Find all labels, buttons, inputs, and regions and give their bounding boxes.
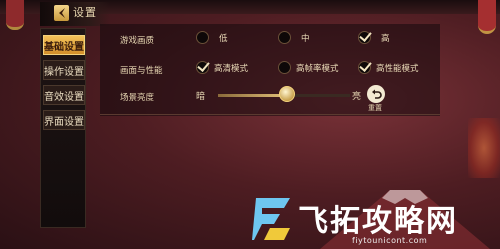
option-label: 高清模式 <box>214 63 249 74</box>
brightness-slider-handle[interactable] <box>278 86 295 102</box>
checkmark-icon <box>196 61 209 74</box>
page-title: 设置 <box>73 6 97 19</box>
tab-sound-settings[interactable]: 音效设置 <box>43 85 85 105</box>
performance-option-high-fps[interactable]: 高帧率模式 <box>278 61 339 74</box>
radio-circle-icon <box>278 31 291 44</box>
quality-option-medium[interactable]: 中 <box>278 31 310 44</box>
checkmark-icon <box>358 61 371 74</box>
lantern-left <box>6 0 24 30</box>
tab-interface-settings[interactable]: 界面设置 <box>43 110 85 130</box>
option-label: 中 <box>301 33 310 44</box>
checkmark-icon <box>358 31 371 44</box>
performance-option-high-performance[interactable]: 高性能模式 <box>358 61 419 74</box>
reset-arrow-icon <box>371 89 382 99</box>
watermark-logo <box>252 198 290 240</box>
settings-menu: 基础设置 操作设置 音效设置 界面设置 <box>40 28 86 228</box>
performance-option-hd[interactable]: 高清模式 <box>196 61 248 74</box>
brightness-slider-fill <box>218 94 287 97</box>
radio-circle-icon <box>196 31 209 44</box>
tab-control-settings[interactable]: 操作设置 <box>43 60 85 80</box>
quality-label: 游戏画质 <box>120 36 155 46</box>
option-label: 高帧率模式 <box>296 63 339 74</box>
option-label: 高性能模式 <box>376 63 419 74</box>
brightness-max-label: 亮 <box>352 92 362 102</box>
watermark-text: 飞拓攻略网 <box>298 204 458 239</box>
divider <box>100 114 440 115</box>
brightness-label: 场景亮度 <box>120 93 155 103</box>
lamp-glow <box>468 118 500 178</box>
watermark-url: fiytounicont.com <box>352 236 428 245</box>
radio-circle-icon <box>278 61 291 74</box>
reset-label: 重置 <box>368 104 382 112</box>
quality-option-high[interactable]: 高 <box>358 31 390 44</box>
tab-basic-settings[interactable]: 基础设置 <box>43 35 85 55</box>
performance-label: 画面与性能 <box>120 66 163 76</box>
chevron-left-icon <box>59 8 65 18</box>
brightness-min-label: 暗 <box>196 92 206 102</box>
option-label: 高 <box>381 33 390 44</box>
quality-option-low[interactable]: 低 <box>196 31 228 44</box>
reset-button[interactable] <box>367 85 385 103</box>
lantern-right <box>478 0 496 34</box>
back-button[interactable] <box>54 5 69 21</box>
option-label: 低 <box>219 33 228 44</box>
